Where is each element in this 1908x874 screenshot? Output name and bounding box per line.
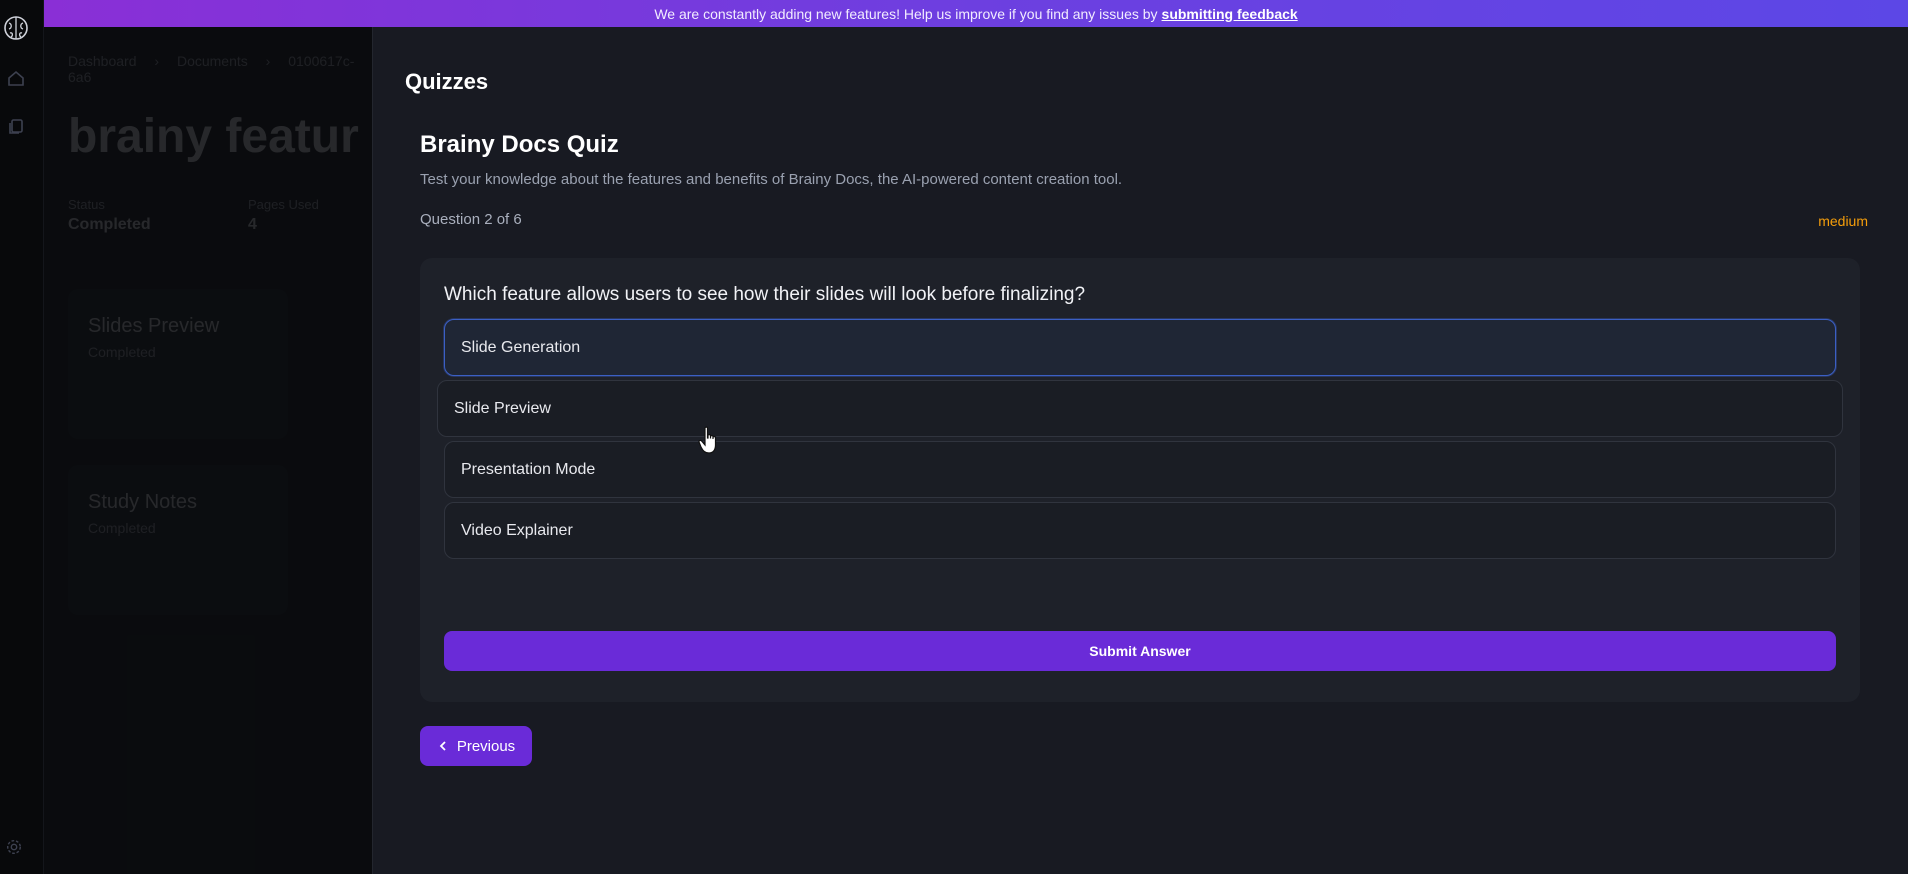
previous-button[interactable]: Previous <box>420 726 532 766</box>
banner-text: We are constantly adding new features! H… <box>654 5 1158 22</box>
question-card: Which feature allows users to see how th… <box>420 258 1860 702</box>
chevron-left-icon <box>439 741 446 751</box>
option-label: Slide Preview <box>454 399 551 417</box>
question-progress: Question 2 of 6 <box>420 211 522 228</box>
submit-answer-button[interactable]: Submit Answer <box>444 631 1836 671</box>
quiz-description: Test your knowledge about the features a… <box>420 171 1123 188</box>
answer-option-presentation-mode[interactable]: Presentation Mode <box>444 441 1836 498</box>
option-label: Slide Generation <box>461 338 581 356</box>
answer-option-video-explainer[interactable]: Video Explainer <box>444 502 1836 559</box>
modal-backdrop[interactable] <box>44 27 372 874</box>
answer-option-slide-preview[interactable]: Slide Preview <box>437 380 1843 437</box>
brain-logo-icon[interactable] <box>2 14 30 42</box>
option-label: Presentation Mode <box>461 460 596 478</box>
documents-icon[interactable] <box>6 116 26 136</box>
panel-title: Quizzes <box>405 69 489 94</box>
quiz-panel: Quizzes Brainy Docs Quiz Test your knowl… <box>372 27 1908 874</box>
question-text: Which feature allows users to see how th… <box>444 284 1086 305</box>
quiz-title: Brainy Docs Quiz <box>420 131 619 158</box>
sidebar-rail <box>0 0 44 874</box>
answer-option-slide-generation[interactable]: Slide Generation <box>444 319 1836 376</box>
feedback-link[interactable]: submitting feedback <box>1162 6 1298 22</box>
home-icon[interactable] <box>6 68 26 88</box>
hand-cursor-icon <box>698 426 717 454</box>
gear-icon[interactable] <box>5 838 23 856</box>
option-label: Video Explainer <box>461 521 573 539</box>
announcement-banner: We are constantly adding new features! H… <box>44 0 1908 27</box>
difficulty-badge: medium <box>1818 213 1868 229</box>
page: Dashboard › Documents › 0100617c-6a6 bra… <box>44 27 1908 874</box>
previous-label: Previous <box>456 737 516 755</box>
